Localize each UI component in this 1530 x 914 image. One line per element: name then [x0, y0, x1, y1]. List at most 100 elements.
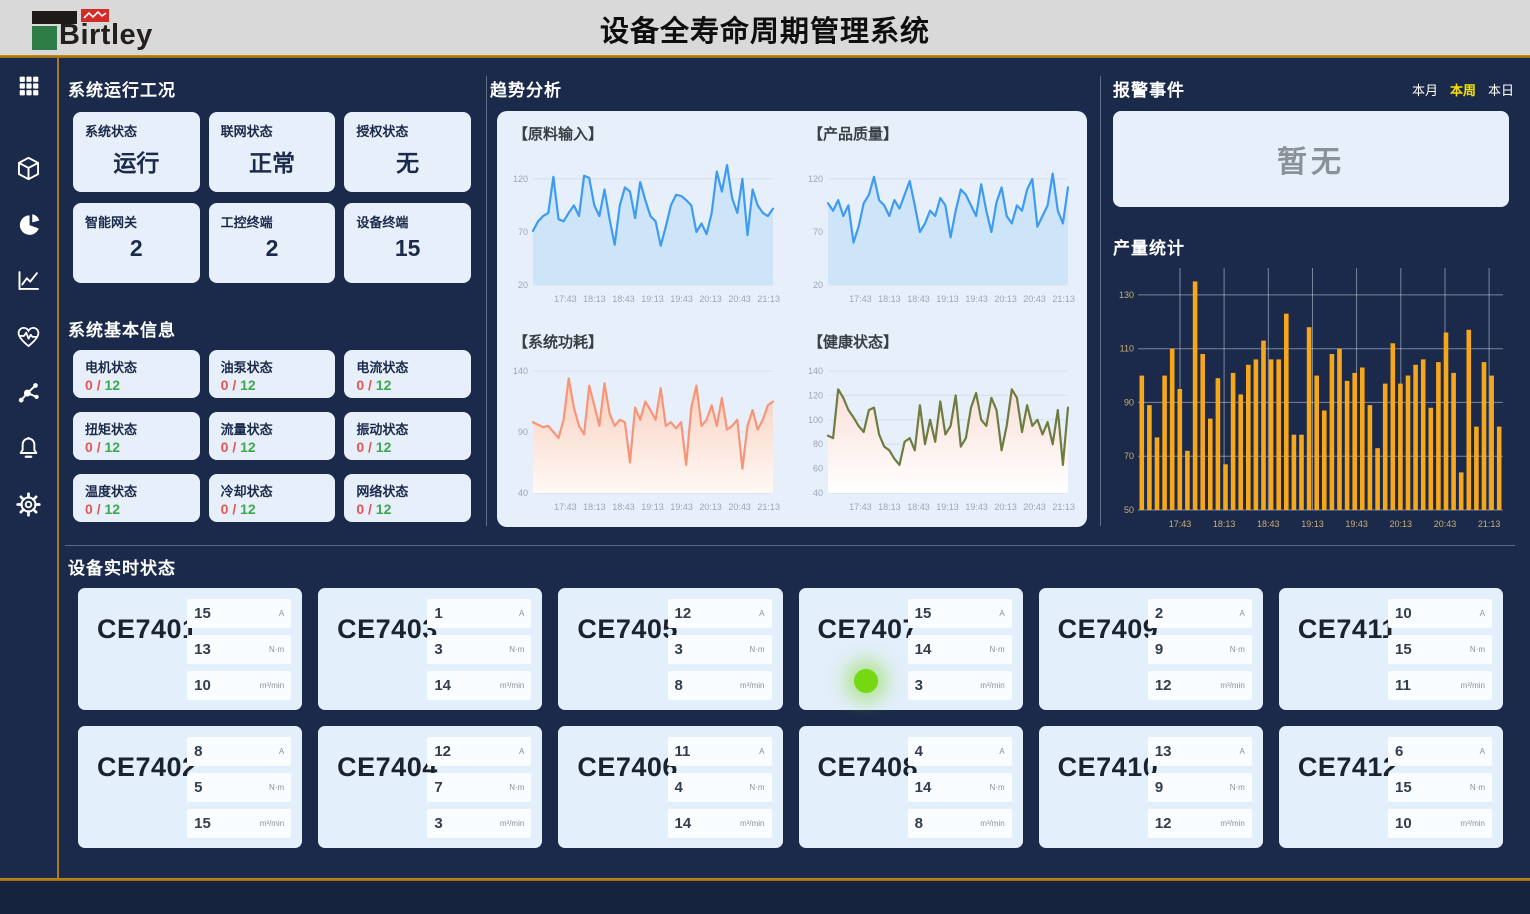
metric-unit: N·m: [1230, 645, 1245, 654]
metric-row: 13N·m: [187, 635, 291, 664]
svg-text:18:13: 18:13: [878, 294, 901, 304]
device-card-ce7407[interactable]: CE740715A14N·m3m³/min: [799, 588, 1023, 710]
metric-value: 3: [434, 815, 442, 832]
info-card-label: 网络状态: [356, 481, 459, 500]
metric-value: 14: [915, 641, 932, 658]
metric-row: 8m³/min: [908, 809, 1012, 838]
device-card-ce7409[interactable]: CE74092A9N·m12m³/min: [1039, 588, 1263, 710]
metric-unit: m³/min: [1461, 819, 1485, 828]
device-card-ce7401[interactable]: CE740115A13N·m10m³/min: [78, 588, 302, 710]
divider: [1100, 76, 1101, 526]
device-card-ce7402[interactable]: CE74028A5N·m15m³/min: [78, 726, 302, 848]
sidebar-item-equipment[interactable]: [15, 154, 43, 182]
metric-value: 8: [675, 677, 683, 694]
status-card-value: 2: [85, 235, 188, 262]
svg-text:80: 80: [813, 439, 823, 449]
chart-cell-raw-input: 【原料输入】 207012017:4318:1318:4319:1319:432…: [497, 111, 792, 319]
metric-unit: N·m: [749, 645, 764, 654]
sidebar-item-statistics[interactable]: [15, 210, 43, 238]
info-card-count: 0 / 12: [356, 501, 459, 517]
metric-value: 12: [1155, 677, 1172, 694]
device-name: CE7407: [818, 614, 919, 645]
info-card-count: 0 / 12: [221, 377, 324, 393]
tab-this-week[interactable]: 本周: [1450, 80, 1476, 99]
metric-row: 15N·m: [1388, 635, 1492, 664]
svg-text:18:13: 18:13: [583, 502, 606, 512]
device-card-ce7412[interactable]: CE74126A15N·m10m³/min: [1279, 726, 1503, 848]
device-card-ce7408[interactable]: CE74084A14N·m8m³/min: [799, 726, 1023, 848]
metric-unit: A: [1239, 747, 1244, 756]
info-card: 扭矩状态0 / 12: [73, 412, 200, 460]
metric-row: 10m³/min: [1388, 809, 1492, 838]
metric-unit: A: [759, 747, 764, 756]
sidebar-item-trends[interactable]: [15, 266, 43, 294]
metric-row: 11m³/min: [1388, 671, 1492, 700]
page-title: 设备全寿命周期管理系统: [0, 8, 1530, 50]
svg-text:17:43: 17:43: [849, 294, 872, 304]
info-card: 振动状态0 / 12: [344, 412, 471, 460]
section-title-alarm: 报警事件: [1113, 76, 1185, 101]
footer: [0, 881, 1530, 914]
svg-text:21:13: 21:13: [1052, 294, 1075, 304]
metric-row: 14N·m: [908, 635, 1012, 664]
info-card-count: 0 / 12: [85, 501, 188, 517]
tab-today[interactable]: 本日: [1488, 80, 1514, 99]
device-card-ce7405[interactable]: CE740512A3N·m8m³/min: [558, 588, 782, 710]
tab-this-month[interactable]: 本月: [1412, 80, 1438, 99]
device-name: CE7402: [97, 752, 198, 783]
header-bar: Birtley 设备全寿命周期管理系统: [0, 0, 1530, 56]
divider: [65, 545, 1515, 546]
sidebar-item-alarms[interactable]: [15, 434, 43, 462]
metric-value: 12: [675, 605, 692, 622]
apps-grid-icon: [16, 73, 42, 99]
svg-text:20:13: 20:13: [699, 502, 722, 512]
metric-row: 8m³/min: [668, 671, 772, 700]
cube-icon: [15, 155, 42, 182]
metric-row: 3m³/min: [427, 809, 531, 838]
device-metrics: 8A5N·m15m³/min: [187, 737, 291, 845]
metric-unit: N·m: [1470, 783, 1485, 792]
svg-text:19:13: 19:13: [641, 294, 664, 304]
product-quality-chart: 207012017:4318:1318:4319:1319:4320:1320:…: [798, 153, 1076, 311]
metric-unit: m³/min: [980, 681, 1004, 690]
device-metrics: 12A7N·m3m³/min: [427, 737, 531, 845]
sidebar-item-health[interactable]: [15, 322, 43, 350]
device-card-ce7411[interactable]: CE741110A15N·m11m³/min: [1279, 588, 1503, 710]
metric-value: 11: [1395, 677, 1411, 694]
svg-text:40: 40: [518, 488, 528, 498]
info-card-label: 振动状态: [356, 419, 459, 438]
svg-text:21:13: 21:13: [757, 502, 780, 512]
device-card-ce7403[interactable]: CE74031A3N·m14m³/min: [318, 588, 542, 710]
device-card-ce7404[interactable]: CE740412A7N·m3m³/min: [318, 726, 542, 848]
info-card-count: 0 / 12: [85, 439, 188, 455]
info-card-label: 温度状态: [85, 481, 188, 500]
svg-text:20:43: 20:43: [1023, 294, 1046, 304]
metric-row: 9N·m: [1148, 773, 1252, 802]
metric-unit: N·m: [269, 645, 284, 654]
count-sep: /: [232, 439, 236, 455]
count-sep: /: [368, 439, 372, 455]
chart-title: 【健康状态】: [808, 331, 898, 352]
count-current: 0: [85, 439, 93, 455]
metric-unit: A: [1480, 747, 1485, 756]
device-metrics: 13A9N·m12m³/min: [1148, 737, 1252, 845]
device-card-ce7406[interactable]: CE740611A4N·m14m³/min: [558, 726, 782, 848]
metric-value: 1: [434, 605, 442, 622]
sidebar-item-apps[interactable]: [15, 72, 43, 100]
device-card-ce7410[interactable]: CE741013A9N·m12m³/min: [1039, 726, 1263, 848]
svg-text:18:43: 18:43: [907, 294, 930, 304]
chart-title: 【系统功耗】: [513, 331, 603, 352]
metric-value: 4: [915, 743, 923, 760]
count-total: 12: [376, 377, 392, 393]
sidebar-item-settings[interactable]: [15, 490, 43, 518]
network-nodes-icon: [16, 379, 42, 405]
info-card: 流量状态0 / 12: [209, 412, 336, 460]
metric-unit: A: [999, 747, 1004, 756]
status-indicator-green: [854, 669, 878, 693]
sidebar-item-network[interactable]: [15, 378, 43, 406]
status-card-label: 设备终端: [356, 212, 459, 231]
svg-text:20:13: 20:13: [1390, 519, 1413, 529]
device-name: CE7411: [1298, 614, 1397, 645]
info-card-count: 0 / 12: [221, 439, 324, 455]
device-name: CE7410: [1058, 752, 1159, 783]
